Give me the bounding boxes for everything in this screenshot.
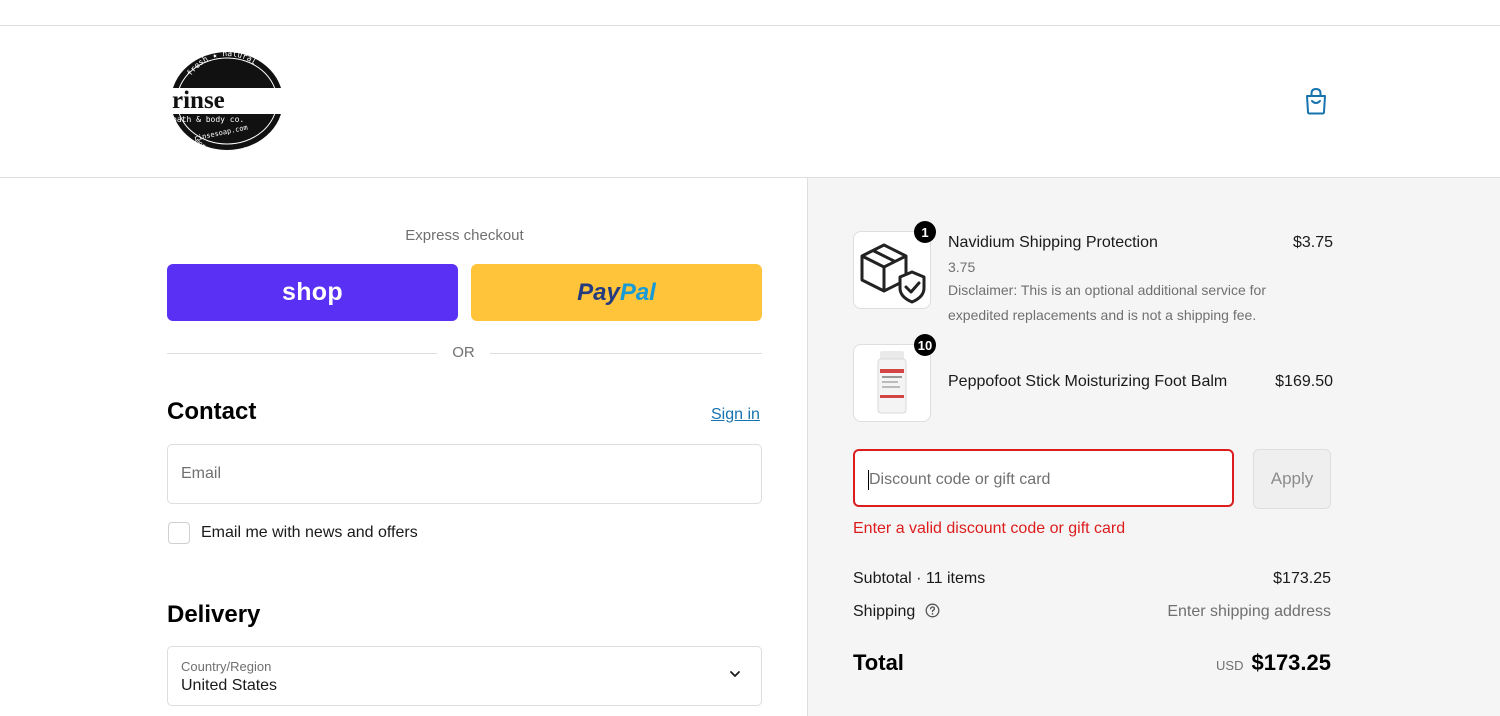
sign-in-link[interactable]: Sign in: [711, 406, 760, 424]
checkout-form: Express checkout shop Pay Pal OR Contact …: [0, 178, 807, 716]
item-thumbnail: 10: [853, 334, 936, 422]
shipping-label: Shipping: [853, 603, 916, 620]
line-item: 10 Peppofoot Stick Moisturizing Foot Bal…: [853, 334, 1333, 422]
newsletter-checkbox[interactable]: [168, 522, 190, 544]
item-variant: 3.75: [948, 259, 976, 275]
currency-code: USD: [1216, 658, 1244, 673]
discount-error-message: Enter a valid discount code or gift card: [853, 520, 1126, 537]
rinse-logo[interactable]: fresh ★ natural monroe, georgia rinse ba…: [166, 50, 288, 152]
discount-placeholder: Discount code or gift card: [869, 471, 1051, 488]
country-label: Country/Region: [181, 659, 272, 674]
subtotal-value: $173.25: [1273, 570, 1331, 587]
delivery-heading: Delivery: [167, 601, 261, 628]
shipping-value: Enter shipping address: [1167, 603, 1331, 620]
divider-line: [490, 353, 762, 354]
subtotal-label: Subtotal · 11 items: [853, 570, 986, 587]
or-divider: OR: [167, 344, 762, 364]
line-item: 1 Navidium Shipping Protection $3.75 3.7…: [853, 221, 1333, 331]
paypal-text-pay: Pay: [577, 278, 620, 306]
total-amount: USD $173.25: [1216, 650, 1331, 676]
country-select[interactable]: Country/Region United States: [167, 646, 762, 706]
divider-line: [167, 353, 437, 354]
shipping-row: Shipping Enter shipping address: [853, 603, 1331, 621]
item-title: Navidium Shipping Protection: [948, 234, 1158, 251]
express-checkout-label: Express checkout: [405, 227, 524, 244]
item-thumbnail: 1: [853, 221, 936, 309]
chevron-down-icon: [730, 671, 740, 677]
paypal-text-pal: Pal: [619, 278, 656, 306]
discount-code-input[interactable]: Discount code or gift card: [853, 449, 1234, 507]
shipping-protection-icon: [860, 243, 926, 304]
cart-bag-icon[interactable]: [1303, 87, 1329, 115]
newsletter-label[interactable]: Email me with news and offers: [201, 524, 418, 542]
item-title: Peppofoot Stick Moisturizing Foot Balm: [948, 373, 1228, 390]
logo-wordmark: rinse: [172, 87, 225, 114]
apply-discount-button[interactable]: Apply: [1253, 449, 1331, 509]
or-text: OR: [452, 344, 475, 361]
total-label: Total: [853, 650, 904, 675]
subtotal-row: Subtotal · 11 items $173.25: [853, 570, 1331, 588]
total-value: $173.25: [1251, 650, 1331, 675]
header: fresh ★ natural monroe, georgia rinse ba…: [0, 26, 1500, 178]
item-price: $169.50: [1275, 373, 1333, 390]
item-price: $3.75: [1292, 234, 1333, 251]
paypal-button[interactable]: Pay Pal: [471, 264, 762, 321]
shop-pay-button[interactable]: shop: [167, 264, 458, 321]
top-strip: [0, 0, 1500, 26]
quantity-badge: 10: [914, 334, 936, 356]
order-summary: 1 Navidium Shipping Protection $3.75 3.7…: [807, 178, 1500, 716]
contact-heading: Contact: [167, 398, 257, 425]
email-placeholder: Email: [181, 465, 222, 482]
logo-tagline: bath & body co.: [172, 115, 244, 124]
question-help-icon[interactable]: [925, 603, 940, 618]
item-description: Disclaimer: This is an optional addition…: [948, 282, 1266, 323]
foot-balm-product-image: [877, 351, 907, 414]
email-field[interactable]: Email: [167, 444, 762, 504]
quantity-badge: 1: [914, 221, 936, 243]
country-value: United States: [181, 677, 278, 694]
